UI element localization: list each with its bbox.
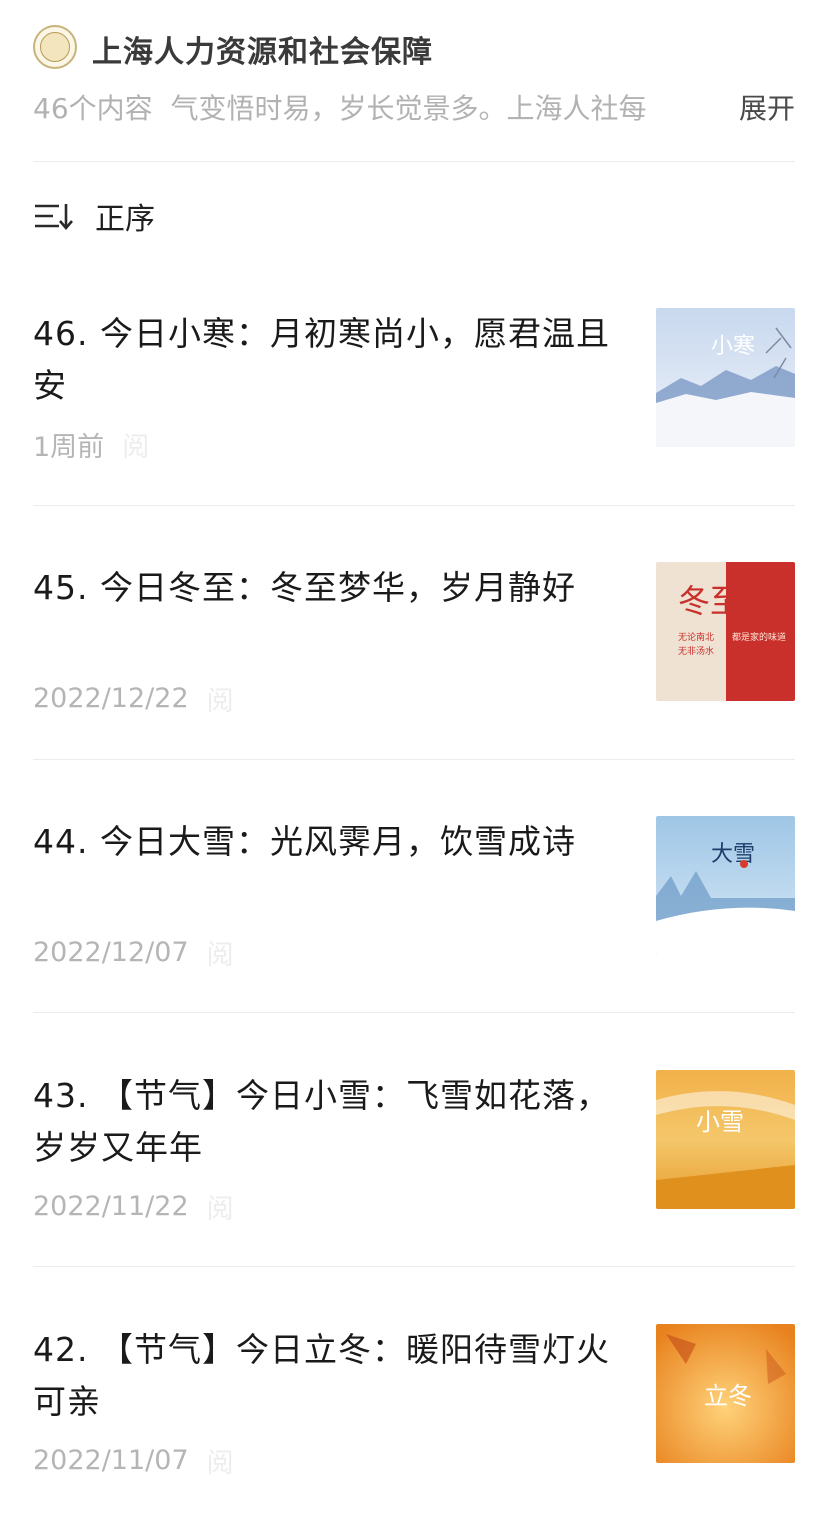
article-read-count: 阅: [206, 1447, 234, 1479]
expand-button[interactable]: 展开: [739, 87, 795, 131]
article-meta: 2022/11/22 阅: [33, 1188, 267, 1225]
thumb-line: 都是家的味道: [732, 631, 786, 643]
article-item[interactable]: 42. 【节气】今日立冬：暖阳待雪灯火可亲 2022/11/07 阅 立冬: [33, 1324, 795, 1516]
article-thumbnail: 小雪: [656, 1070, 795, 1209]
account-logo[interactable]: [33, 25, 77, 69]
article-thumbnail: 小寒: [656, 308, 795, 447]
article-title: 45. 今日冬至：冬至梦华，岁月静好: [33, 568, 576, 607]
article-date: 2022/12/07: [33, 936, 189, 968]
thumb-line: 无非汤水: [678, 645, 714, 657]
article-thumbnail: 冬至 无论南北 无非汤水 都是家的味道: [656, 562, 795, 701]
logo-emblem-icon: [40, 32, 70, 62]
album-description: 46个内容 气变悟时易，岁长觉景多。上海人社每: [33, 87, 713, 131]
account-name[interactable]: 上海人力资源和社会保障: [92, 27, 433, 71]
thumb-title: 小寒: [711, 334, 755, 359]
article-date: 2022/11/07: [33, 1444, 189, 1476]
thumb-title: 小雪: [696, 1108, 744, 1136]
article-meta: 2022/12/07 阅: [33, 934, 267, 971]
sort-toggle[interactable]: 正序: [33, 194, 155, 238]
article-read-count: 阅: [122, 431, 150, 463]
article-thumbnail: 立冬: [656, 1324, 795, 1463]
thumb-title: 冬至: [678, 582, 742, 620]
article-date: 2022/11/22: [33, 1190, 189, 1222]
content-count: 46个内容: [33, 92, 153, 125]
article-item[interactable]: 44. 今日大雪：光风霁月，饮雪成诗 2022/12/07 阅 大雪: [33, 816, 795, 1016]
article-date: 2022/12/22: [33, 682, 189, 714]
article-thumbnail: 大雪: [656, 816, 795, 955]
divider: [33, 1012, 795, 1013]
article-read-count: 阅: [206, 1193, 234, 1225]
article-meta: 2022/12/22 阅: [33, 680, 267, 717]
thumb-title: 立冬: [704, 1382, 752, 1410]
article-item[interactable]: 45. 今日冬至：冬至梦华，岁月静好 2022/12/22 阅 冬至 无论南北 …: [33, 562, 795, 762]
article-title: 42. 【节气】今日立冬：暖阳待雪灯火可亲: [33, 1330, 610, 1421]
description-text: 气变悟时易，岁长觉景多。上海人社每: [170, 92, 647, 125]
article-date: 1周前: [33, 431, 105, 463]
article-title: 46. 今日小寒：月初寒尚小，愿君温且安: [33, 314, 610, 405]
thumb-line: 无论南北: [678, 631, 714, 643]
article-meta: 2022/11/07 阅: [33, 1442, 267, 1479]
divider: [33, 1266, 795, 1267]
article-title: 44. 今日大雪：光风霁月，饮雪成诗: [33, 822, 576, 861]
article-item[interactable]: 46. 今日小寒：月初寒尚小，愿君温且安 1周前 阅 小寒: [33, 308, 795, 508]
description-fade: [643, 87, 733, 131]
divider: [33, 505, 795, 506]
divider: [33, 161, 795, 162]
divider: [33, 759, 795, 760]
article-item[interactable]: 43. 【节气】今日小雪：飞雪如花落，岁岁又年年 2022/11/22 阅 小雪: [33, 1070, 795, 1270]
sort-order-icon: [35, 204, 73, 230]
album-page: 上海人力资源和社会保障 46个内容 气变悟时易，岁长觉景多。上海人社每 展开 正…: [0, 0, 828, 1516]
album-header: 上海人力资源和社会保障 46个内容 气变悟时易，岁长觉景多。上海人社每 展开: [0, 0, 828, 162]
article-read-count: 阅: [206, 939, 234, 971]
article-title: 43. 【节气】今日小雪：飞雪如花落，岁岁又年年: [33, 1076, 610, 1167]
thumb-title: 大雪: [711, 842, 755, 867]
album-description-row: 46个内容 气变悟时易，岁长觉景多。上海人社每 展开: [33, 87, 795, 131]
sort-label: 正序: [95, 202, 155, 237]
article-read-count: 阅: [206, 685, 234, 717]
article-meta: 1周前 阅: [33, 426, 182, 463]
